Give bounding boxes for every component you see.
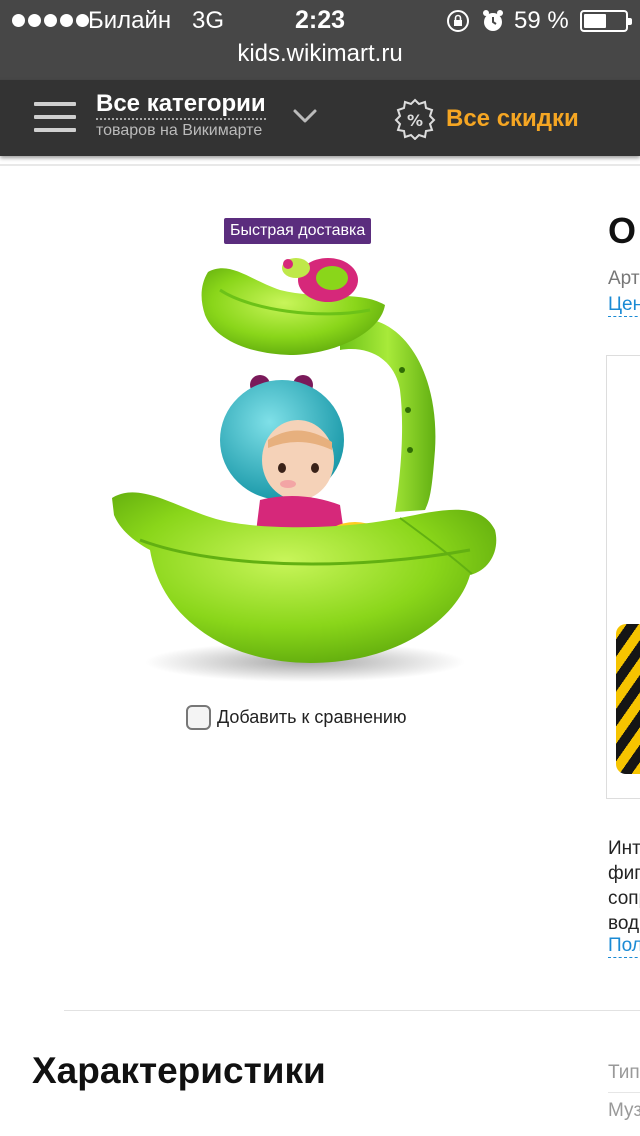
divider: [608, 1092, 640, 1093]
description-line: Инт: [608, 838, 640, 859]
rotation-lock-icon: [446, 9, 470, 38]
discounts-link[interactable]: Все скидки: [446, 105, 579, 133]
compare-label[interactable]: Добавить к сравнению: [217, 707, 406, 728]
product-image[interactable]: [100, 250, 510, 690]
categories-title[interactable]: Все категории: [96, 90, 266, 120]
fast-delivery-badge: Быстрая доставка: [224, 218, 372, 244]
compare-checkbox-row[interactable]: Добавить к сравнению: [186, 705, 406, 730]
alarm-icon: [482, 9, 504, 38]
price-link[interactable]: Цен: [608, 294, 640, 317]
specs-heading: Характеристики: [32, 1050, 326, 1091]
url-bar[interactable]: kids.wikimart.ru: [0, 40, 640, 68]
description-line: сопр: [608, 888, 640, 909]
product-title: О: [608, 210, 637, 251]
categories-subtitle: товаров на Викимарте: [96, 122, 263, 139]
chevron-down-icon[interactable]: [292, 107, 318, 130]
discount-icon[interactable]: %: [394, 98, 436, 145]
discount-symbol: %: [407, 111, 423, 130]
hazard-stripes-graphic: [616, 624, 640, 774]
menu-icon[interactable]: [34, 100, 76, 134]
description-line: вод: [608, 913, 640, 934]
description-line: фиг: [608, 863, 640, 884]
product-description: Инт фиг сопр вод: [608, 836, 640, 936]
battery-percent: 59 %: [514, 7, 569, 34]
battery-icon: [580, 10, 632, 32]
divider: [64, 1010, 640, 1011]
status-bar: Билайн 3G 2:23 59 % kids.wikimart.ru: [0, 0, 640, 80]
more-link[interactable]: Пол: [608, 935, 640, 958]
divider: [0, 164, 640, 166]
compare-checkbox[interactable]: [186, 705, 211, 730]
spec-row-label: Муз: [608, 1100, 640, 1121]
article-label: Арт: [608, 268, 640, 289]
spec-row-label: Тип: [608, 1062, 640, 1083]
site-header: Все категории товаров на Викимарте % Все…: [0, 80, 640, 156]
